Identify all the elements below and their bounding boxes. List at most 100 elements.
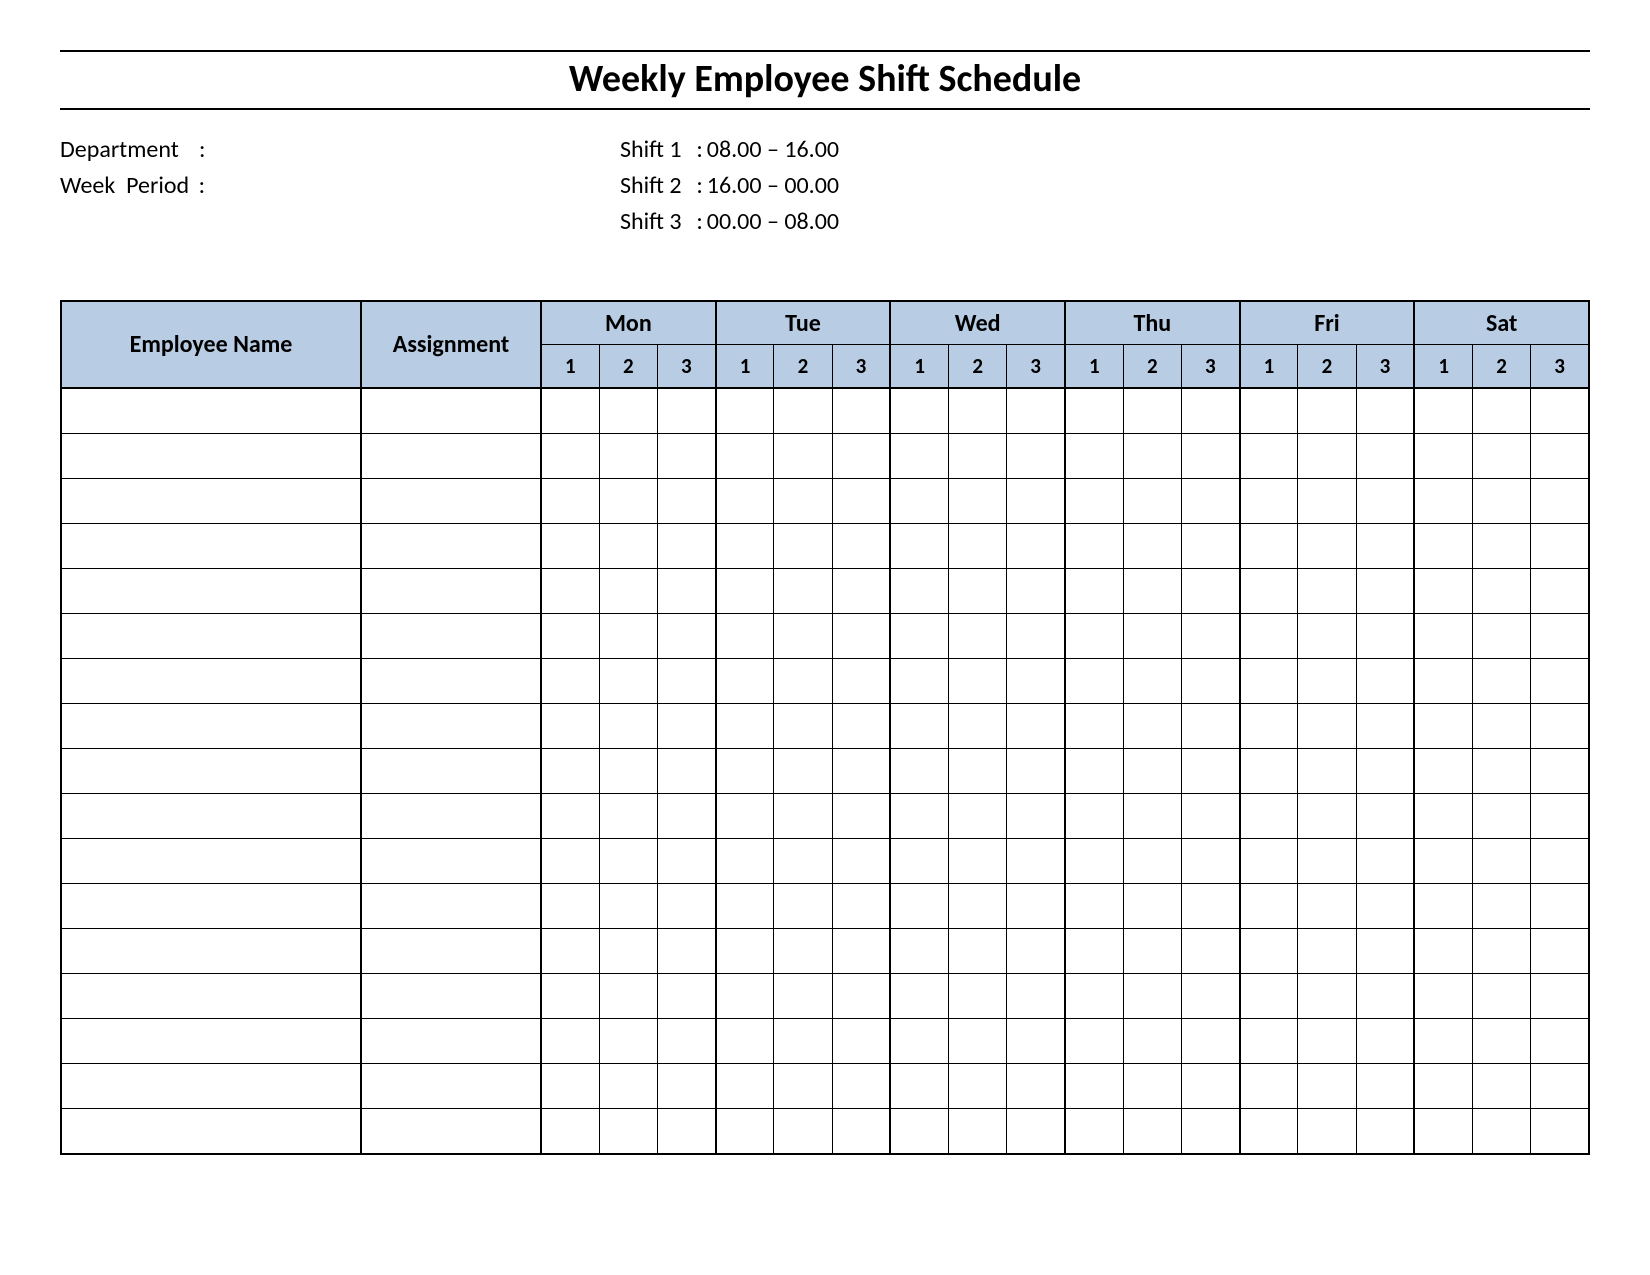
cell[interactable]	[716, 1064, 774, 1109]
cell[interactable]	[599, 929, 657, 974]
cell[interactable]	[774, 434, 832, 479]
cell[interactable]	[1065, 1064, 1123, 1109]
cell[interactable]	[657, 569, 715, 614]
cell[interactable]	[774, 704, 832, 749]
cell[interactable]	[832, 479, 890, 524]
cell[interactable]	[1356, 704, 1414, 749]
cell[interactable]	[1298, 794, 1356, 839]
cell[interactable]	[1414, 839, 1472, 884]
cell[interactable]	[1007, 884, 1065, 929]
cell[interactable]	[890, 794, 948, 839]
cell[interactable]	[657, 1064, 715, 1109]
cell[interactable]	[541, 794, 599, 839]
cell[interactable]	[1473, 1019, 1531, 1064]
cell[interactable]	[1240, 1019, 1298, 1064]
cell[interactable]	[1531, 1109, 1589, 1155]
cell[interactable]	[541, 839, 599, 884]
cell[interactable]	[541, 479, 599, 524]
cell[interactable]	[890, 479, 948, 524]
cell[interactable]	[716, 434, 774, 479]
cell[interactable]	[1240, 974, 1298, 1019]
cell[interactable]	[1473, 704, 1531, 749]
cell[interactable]	[541, 659, 599, 704]
cell[interactable]	[890, 1019, 948, 1064]
cell[interactable]	[1531, 974, 1589, 1019]
cell[interactable]	[832, 1019, 890, 1064]
cell[interactable]	[949, 569, 1007, 614]
cell[interactable]	[1181, 704, 1239, 749]
cell[interactable]	[541, 388, 599, 434]
cell[interactable]	[949, 1109, 1007, 1155]
cell[interactable]	[949, 839, 1007, 884]
cell[interactable]	[1298, 704, 1356, 749]
cell[interactable]	[361, 749, 541, 794]
cell[interactable]	[1065, 704, 1123, 749]
cell[interactable]	[1531, 794, 1589, 839]
cell[interactable]	[832, 704, 890, 749]
cell[interactable]	[832, 1064, 890, 1109]
cell[interactable]	[1007, 569, 1065, 614]
cell[interactable]	[1007, 929, 1065, 974]
cell[interactable]	[1181, 569, 1239, 614]
cell[interactable]	[1007, 479, 1065, 524]
cell[interactable]	[716, 569, 774, 614]
cell[interactable]	[716, 659, 774, 704]
cell[interactable]	[61, 479, 361, 524]
cell[interactable]	[1240, 704, 1298, 749]
cell[interactable]	[890, 388, 948, 434]
cell[interactable]	[657, 434, 715, 479]
cell[interactable]	[716, 884, 774, 929]
cell[interactable]	[657, 704, 715, 749]
cell[interactable]	[1123, 388, 1181, 434]
cell[interactable]	[832, 659, 890, 704]
cell[interactable]	[716, 614, 774, 659]
cell[interactable]	[1181, 794, 1239, 839]
cell[interactable]	[1181, 1019, 1239, 1064]
cell[interactable]	[832, 569, 890, 614]
cell[interactable]	[1473, 524, 1531, 569]
cell[interactable]	[1531, 884, 1589, 929]
cell[interactable]	[774, 884, 832, 929]
cell[interactable]	[1414, 1109, 1472, 1155]
cell[interactable]	[716, 974, 774, 1019]
cell[interactable]	[1473, 1064, 1531, 1109]
cell[interactable]	[774, 614, 832, 659]
cell[interactable]	[1065, 524, 1123, 569]
cell[interactable]	[541, 1019, 599, 1064]
cell[interactable]	[1414, 614, 1472, 659]
cell[interactable]	[1007, 839, 1065, 884]
cell[interactable]	[1123, 659, 1181, 704]
cell[interactable]	[774, 1109, 832, 1155]
cell[interactable]	[1414, 1064, 1472, 1109]
cell[interactable]	[361, 569, 541, 614]
cell[interactable]	[541, 614, 599, 659]
cell[interactable]	[1531, 479, 1589, 524]
cell[interactable]	[832, 974, 890, 1019]
cell[interactable]	[1356, 1019, 1414, 1064]
cell[interactable]	[61, 1019, 361, 1064]
cell[interactable]	[1531, 929, 1589, 974]
cell[interactable]	[774, 794, 832, 839]
cell[interactable]	[1356, 929, 1414, 974]
cell[interactable]	[890, 884, 948, 929]
cell[interactable]	[1065, 388, 1123, 434]
cell[interactable]	[1181, 884, 1239, 929]
cell[interactable]	[832, 1109, 890, 1155]
cell[interactable]	[599, 794, 657, 839]
cell[interactable]	[1531, 839, 1589, 884]
cell[interactable]	[774, 388, 832, 434]
cell[interactable]	[1181, 614, 1239, 659]
cell[interactable]	[657, 794, 715, 839]
cell[interactable]	[1240, 479, 1298, 524]
cell[interactable]	[1298, 929, 1356, 974]
cell[interactable]	[361, 794, 541, 839]
cell[interactable]	[1473, 614, 1531, 659]
cell[interactable]	[599, 1109, 657, 1155]
cell[interactable]	[599, 974, 657, 1019]
cell[interactable]	[1181, 659, 1239, 704]
cell[interactable]	[599, 659, 657, 704]
cell[interactable]	[1414, 659, 1472, 704]
cell[interactable]	[657, 884, 715, 929]
cell[interactable]	[1240, 884, 1298, 929]
cell[interactable]	[890, 749, 948, 794]
